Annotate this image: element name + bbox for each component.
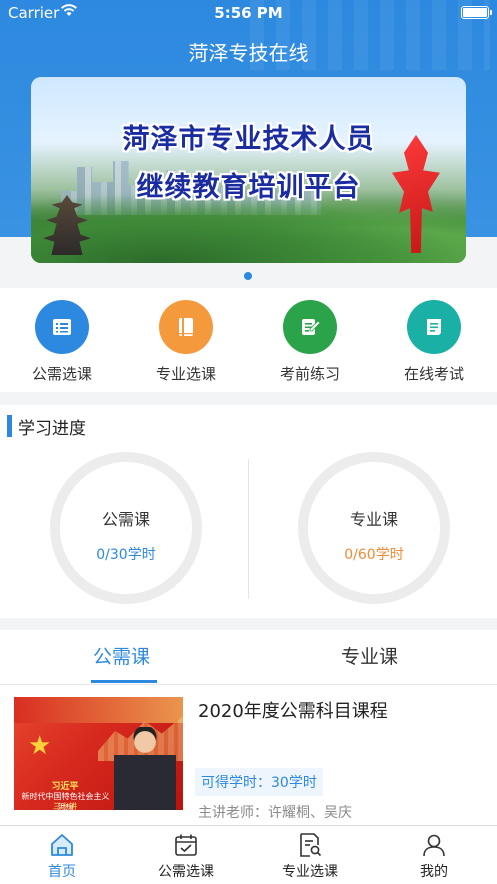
divider — [248, 459, 249, 599]
banner-title-line2: 继续教育培训平台 — [136, 172, 361, 203]
banner-title-line1: 菏泽市专业技术人员 — [122, 124, 375, 155]
calendar-icon — [175, 834, 197, 856]
exam-icon — [407, 300, 461, 354]
course-thumbnail[interactable]: ★ 习近平 新时代中国特色社会主义思想 三十讲 — [14, 697, 183, 810]
tab-label: 专业选课 — [282, 864, 338, 880]
tab-label: 我的 — [420, 864, 448, 880]
carousel-indicator-dot[interactable] — [244, 272, 252, 280]
tab-public-select[interactable]: 公需选课 — [136, 832, 236, 881]
tab-label: 首页 — [48, 864, 76, 880]
public-course-progress-ring[interactable]: 公需课 0/30学时 — [50, 452, 202, 604]
speaker-portrait — [114, 727, 176, 810]
progress-name: 公需课 — [101, 510, 150, 529]
banner-carousel[interactable]: 菏泽市专业技术人员 继续教育培训平台 — [31, 77, 466, 263]
progress-value: 0/30学时 — [96, 547, 156, 563]
study-progress-section: 学习进度 公需课 0/30学时 专业课 0/60学时 — [0, 405, 497, 618]
progress-name: 专业课 — [349, 510, 398, 529]
quick-public-course-select[interactable]: 公需选课 — [7, 300, 117, 384]
progress-value: 0/60学时 — [344, 547, 404, 563]
course-hours-badge: 可得学时：30学时 — [195, 768, 323, 796]
tab-mine[interactable]: 我的 — [384, 832, 484, 881]
app-title: 菏泽专技在线 — [188, 41, 309, 65]
tab-professional-select[interactable]: 专业选课 — [260, 832, 360, 881]
course-teacher: 主讲老师：许耀桐、吴庆 — [198, 805, 352, 821]
course-title[interactable]: 2020年度公需科目课程 — [198, 697, 388, 723]
tab-home[interactable]: 首页 — [12, 832, 112, 881]
quick-practice[interactable]: 考前练习 — [255, 300, 365, 384]
course-tabs: 公需课 专业课 — [0, 630, 497, 685]
bottom-tab-bar: 首页 公需选课 专业选课 我的 — [0, 825, 497, 884]
ribbon-decoration — [14, 697, 183, 723]
tab-professional-course[interactable]: 专业课 — [341, 642, 398, 669]
status-time: 5:56 PM — [214, 4, 283, 22]
quick-online-exam[interactable]: 在线考试 — [379, 300, 489, 384]
thumb-text-series: 三十讲 — [53, 802, 77, 810]
battery-icon — [461, 6, 492, 19]
star-icon: ★ — [28, 731, 52, 761]
quick-action-label: 在线考试 — [403, 365, 464, 383]
quick-actions: 公需选课 专业选课 考前练习 在线考试 — [0, 288, 497, 392]
quick-action-label: 专业选课 — [155, 365, 216, 383]
section-title: 学习进度 — [18, 419, 86, 439]
home-icon — [51, 834, 73, 856]
tab-public-course[interactable]: 公需课 — [93, 642, 150, 669]
list-icon — [35, 300, 89, 354]
book-icon — [159, 300, 213, 354]
active-tab-indicator — [91, 680, 157, 683]
quick-professional-course-select[interactable]: 专业选课 — [131, 300, 241, 384]
tab-label: 公需选课 — [158, 864, 214, 880]
section-accent-bar — [7, 415, 12, 437]
course-list-item[interactable]: ★ 习近平 新时代中国特色社会主义思想 三十讲 2020年度公需科目课程 可得学… — [0, 685, 497, 825]
quick-action-label: 公需选课 — [31, 365, 92, 383]
edit-icon — [283, 300, 337, 354]
professional-course-progress-ring[interactable]: 专业课 0/60学时 — [298, 452, 450, 604]
person-icon — [423, 834, 445, 857]
document-search-icon — [300, 833, 322, 857]
status-bar: Carrier 5:56 PM — [0, 0, 497, 26]
quick-action-label: 考前练习 — [279, 365, 340, 383]
